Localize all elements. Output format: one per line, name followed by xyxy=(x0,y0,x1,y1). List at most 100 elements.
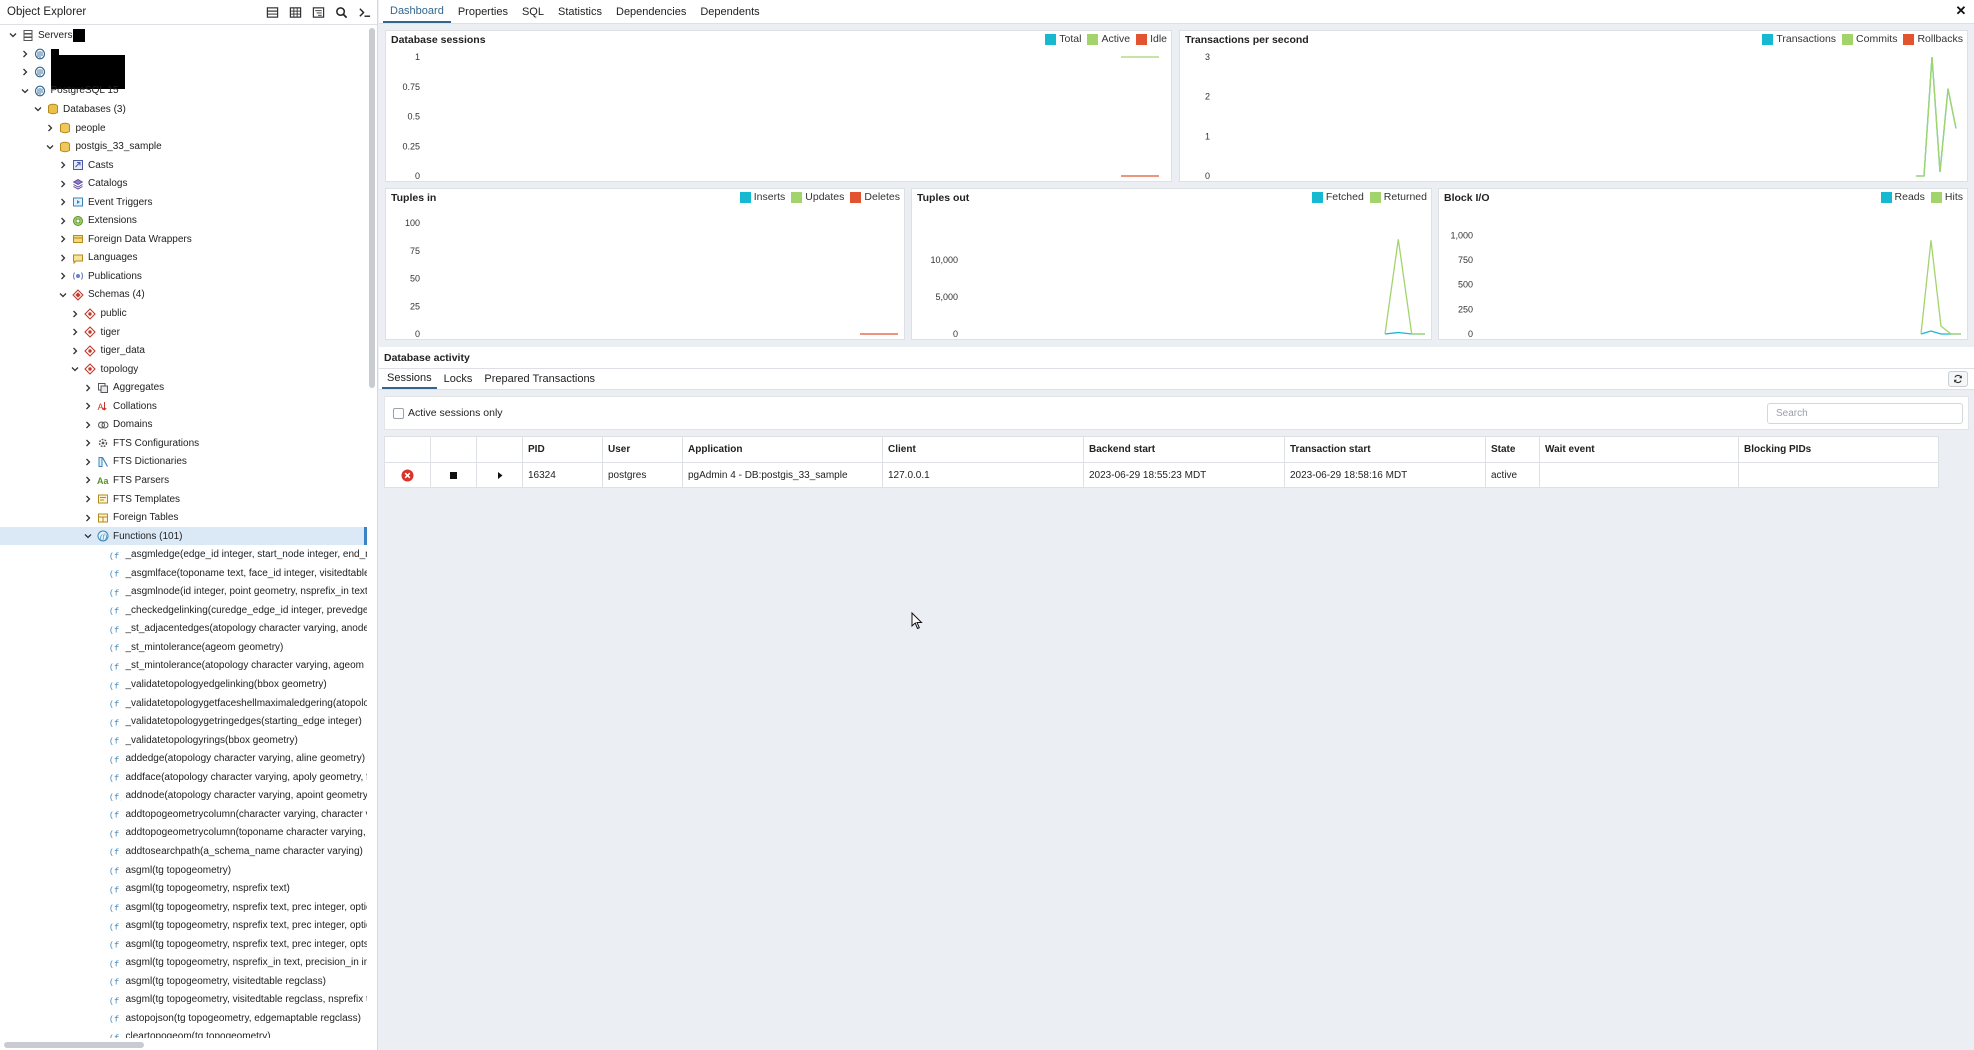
expand-row-cell[interactable] xyxy=(476,462,523,488)
tree-node[interactable]: (f) addnode(atopology character varying, … xyxy=(0,787,367,806)
column-header[interactable]: State xyxy=(1485,436,1540,463)
tree-node[interactable]: Publications xyxy=(0,267,367,286)
tab-dependencies[interactable]: Dependencies xyxy=(609,0,693,23)
stop-icon[interactable] xyxy=(431,471,476,480)
tree-node[interactable]: people xyxy=(0,119,367,138)
chevron-right-icon[interactable] xyxy=(70,345,81,356)
chevron-right-icon[interactable] xyxy=(57,160,68,171)
tree-node[interactable]: (f) _st_mintolerance(atopology character … xyxy=(0,657,367,676)
tab-dashboard[interactable]: Dashboard xyxy=(383,0,451,23)
chevron-down-icon[interactable] xyxy=(70,364,81,375)
tree-node[interactable]: A Collations xyxy=(0,397,367,416)
tree-horizontal-scrollbar[interactable] xyxy=(4,1042,144,1048)
chevron-down-icon[interactable] xyxy=(45,141,56,152)
tree-vertical-scrollbar[interactable] xyxy=(369,28,375,388)
search-icon[interactable] xyxy=(331,2,351,22)
sessions-search-input[interactable] xyxy=(1767,403,1963,424)
tree-node[interactable]: (f) _validatetopologyrings(bbox geometry) xyxy=(0,731,367,750)
tree-node[interactable]: (f) addedge(atopology character varying, … xyxy=(0,749,367,768)
table-icon[interactable] xyxy=(262,2,282,22)
tree-node[interactable]: (f) asgml(tg topogeometry, nsprefix_in te… xyxy=(0,954,367,973)
chevron-right-icon[interactable] xyxy=(82,382,93,393)
tree-node[interactable]: (f) asgml(tg topogeometry, nsprefix text,… xyxy=(0,935,367,954)
close-icon[interactable]: ✕ xyxy=(1954,4,1968,18)
tree-node[interactable]: (f) addtosearchpath(a_schema_name charact… xyxy=(0,842,367,861)
chevron-right-icon[interactable] xyxy=(57,197,68,208)
tree-node[interactable]: (f) _asgmledge(edge_id integer, start_nod… xyxy=(0,545,367,564)
tree-node[interactable]: Extensions xyxy=(0,212,367,231)
tree-node[interactable]: (f) _asgmlnode(id integer, point geometry… xyxy=(0,583,367,602)
cancel-session-cell[interactable] xyxy=(384,462,431,488)
tree-node[interactable]: (f) addface(atopology character varying, … xyxy=(0,768,367,787)
chevron-down-icon[interactable] xyxy=(82,531,93,542)
tree-node[interactable]: topology xyxy=(0,360,367,379)
tree-node[interactable]: FTS Dictionaries xyxy=(0,453,367,472)
chevron-right-icon[interactable] xyxy=(82,475,93,486)
expand-row-icon[interactable] xyxy=(477,471,522,480)
chevron-down-icon[interactable] xyxy=(57,289,68,300)
tree-node[interactable]: public xyxy=(0,304,367,323)
chevron-right-icon[interactable] xyxy=(82,401,93,412)
active-sessions-only-checkbox[interactable]: Active sessions only xyxy=(393,407,503,419)
table-row[interactable]: 16324 postgres pgAdmin 4 - DB:postgis_33_s… xyxy=(384,462,1939,488)
tab-dependents[interactable]: Dependents xyxy=(693,0,766,23)
tree-node[interactable]: (f) asgml(tg topogeometry, nsprefix text,… xyxy=(0,916,367,935)
chevron-right-icon[interactable] xyxy=(82,419,93,430)
tree-node[interactable]: postgis_33_sample xyxy=(0,137,367,156)
tree-node[interactable]: (f) _validatetopologygetringedges(startin… xyxy=(0,712,367,731)
chevron-right-icon[interactable] xyxy=(70,308,81,319)
tree-node[interactable]: Foreign Tables xyxy=(0,508,367,527)
column-header[interactable]: User xyxy=(602,436,683,463)
grid-icon[interactable] xyxy=(285,2,305,22)
column-header[interactable]: Application xyxy=(682,436,883,463)
column-header[interactable]: Transaction start xyxy=(1284,436,1486,463)
tab-properties[interactable]: Properties xyxy=(451,0,515,23)
tree-node[interactable]: (f) _st_adjacentedges(atopology character… xyxy=(0,620,367,639)
refresh-button[interactable] xyxy=(1948,371,1968,387)
tree-node[interactable]: (f) asgml(tg topogeometry, visitedtable r… xyxy=(0,991,367,1010)
tree-node[interactable]: (f) _validatetopologygetfaceshellmaximale… xyxy=(0,694,367,713)
chevron-down-icon[interactable] xyxy=(32,104,43,115)
tree-node[interactable]: (f) Functions (101) xyxy=(0,526,367,546)
tree-node[interactable]: (f) asgml(tg topogeometry, nsprefix text,… xyxy=(0,898,367,917)
cancel-session-icon[interactable] xyxy=(385,469,430,482)
column-header[interactable]: Blocking PIDs xyxy=(1738,436,1939,463)
tree-node[interactable]: (f) cleartopogeom(tg topogeometry) xyxy=(0,1028,367,1038)
tree-node[interactable]: (f) _asgmlface(toponame text, face_id int… xyxy=(0,564,367,583)
tree-node[interactable] xyxy=(0,55,367,90)
terminal-icon[interactable] xyxy=(354,2,374,22)
subtab-sessions[interactable]: Sessions xyxy=(382,369,437,389)
chevron-right-icon[interactable] xyxy=(57,234,68,245)
tree-node[interactable]: (f) asgml(tg topogeometry, visitedtable r… xyxy=(0,972,367,991)
column-header[interactable]: Backend start xyxy=(1083,436,1285,463)
chevron-right-icon[interactable] xyxy=(82,494,93,505)
chevron-right-icon[interactable] xyxy=(45,123,56,134)
column-header[interactable] xyxy=(430,436,477,463)
tree-node[interactable]: Servers xyxy=(0,26,367,45)
filter-tree-icon[interactable] xyxy=(308,2,328,22)
column-header[interactable] xyxy=(384,436,431,463)
column-header[interactable]: Wait event xyxy=(1539,436,1739,463)
column-header[interactable]: Client xyxy=(882,436,1084,463)
tree-node[interactable]: Casts xyxy=(0,156,367,175)
tree-node[interactable]: Domains xyxy=(0,416,367,435)
chevron-right-icon[interactable] xyxy=(82,438,93,449)
chevron-right-icon[interactable] xyxy=(20,67,31,78)
chevron-right-icon[interactable] xyxy=(82,456,93,467)
tree-node[interactable]: (f) astopojson(tg topogeometry, edgemapta… xyxy=(0,1009,367,1028)
tree-node[interactable]: FTS Configurations xyxy=(0,434,367,453)
tree-node[interactable]: tiger_data xyxy=(0,341,367,360)
subtab-prepared-transactions[interactable]: Prepared Transactions xyxy=(479,369,600,389)
chevron-right-icon[interactable] xyxy=(57,215,68,226)
tree-node[interactable]: tiger xyxy=(0,323,367,342)
stop-cell[interactable] xyxy=(430,462,477,488)
chevron-down-icon[interactable] xyxy=(20,85,31,96)
tab-sql[interactable]: SQL xyxy=(515,0,551,23)
tree-node[interactable]: (f) asgml(tg topogeometry, nsprefix text) xyxy=(0,879,367,898)
tree-node[interactable]: Event Triggers xyxy=(0,193,367,212)
tree-node[interactable]: PostgreSQL 15 xyxy=(0,82,367,101)
tree-node[interactable]: (f) asgml(tg topogeometry) xyxy=(0,861,367,880)
tree-node[interactable]: Aggregates xyxy=(0,378,367,397)
subtab-locks[interactable]: Locks xyxy=(439,369,478,389)
checkbox-box[interactable] xyxy=(393,407,404,419)
